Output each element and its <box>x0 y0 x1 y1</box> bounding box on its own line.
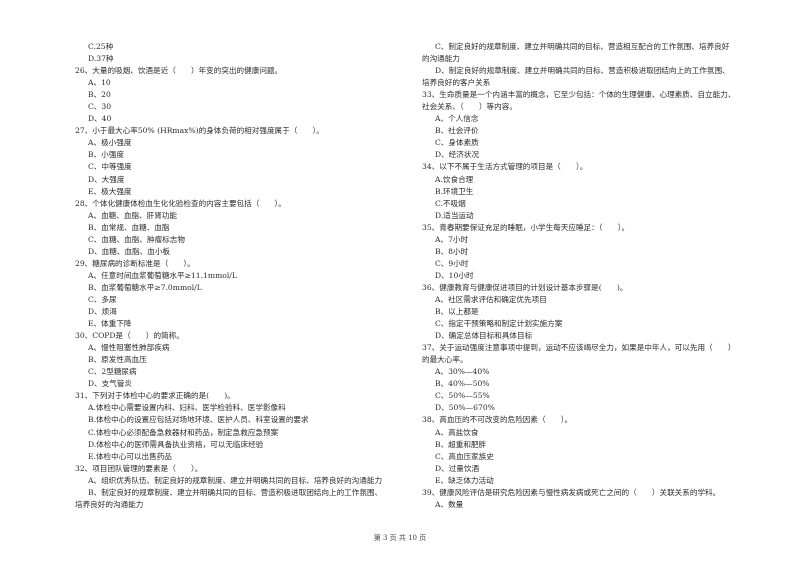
answer-option: A、7小时 <box>435 234 469 244</box>
answer-option: D、大强度 <box>88 174 125 184</box>
question-stem: 33、生命质量是一个内涵丰富的概念，它至少包括：个体的生理健康、心理素质、自立能… <box>422 90 736 100</box>
answer-option: D、制定良好的规章制度、建立并明确共同的目标、营造积极进取团结向上的工作氛围、 <box>435 66 730 76</box>
answer-option: A、数量 <box>435 499 464 509</box>
question-stem: 38、高血压的不可改变的危险因素（ ）。 <box>422 415 573 425</box>
answer-option: D、40 <box>88 114 112 124</box>
answer-option: A.饮食合理 <box>435 174 474 184</box>
answer-option: A、10 <box>88 78 111 88</box>
answer-option: E、极大强度 <box>88 186 132 196</box>
answer-option: B、20 <box>88 90 111 100</box>
answer-option: B、8小时 <box>435 246 469 256</box>
answer-option: C、中等强度 <box>88 162 132 172</box>
left-column: C.25种 D.37种 26、大量的吸烟、饮酒是近（ ）年变的突出的健康问题。 A、1… <box>75 41 405 511</box>
answer-option: A、极小强度 <box>88 138 132 148</box>
answer-option: C、9小时 <box>435 258 469 268</box>
answer-option: A、30%—40% <box>435 367 490 377</box>
answer-option: D.适当运动 <box>435 210 474 220</box>
answer-option: B、社会评价 <box>435 126 479 136</box>
continuation-line: 社会关系、（ ）等内容。 <box>422 102 517 112</box>
question-stem: 36、健康教育与健康促进项目的计划设计基本步骤是( )。 <box>422 282 628 292</box>
answer-option: C.不吸烟 <box>435 198 466 208</box>
question-stem: 39、健康风险评估是研究危险因素与慢性病发病或死亡之间的（ ）关联关系的学科。 <box>422 487 721 497</box>
answer-option: A.体检中心需要设置内科、妇科、医学检验科、医学影像科 <box>88 403 286 413</box>
answer-option: E.体检中心可以出售药品 <box>88 451 172 461</box>
answer-option: B.体检中心的设置应包括对场地环境、医护人员、科室设置的要求 <box>88 415 309 425</box>
question-stem: 28、个体化健康体检血生化化验检查的内容主要包括（ ）。 <box>75 198 286 208</box>
page-number: 第 3 页 共 10 页 <box>373 534 427 542</box>
question-stem: 32、项目团队管理的要素是（ ）。 <box>75 463 203 473</box>
answer-option: C、多尿 <box>88 294 117 304</box>
answer-option: C、身体素质 <box>435 138 479 148</box>
question-stem: 34、以下不属于生活方式管理的项目是（ ）。 <box>422 162 588 172</box>
answer-option: A、高盐饮食 <box>435 427 479 437</box>
answer-option: A、社区需求评估和确定优先项目 <box>435 294 547 304</box>
answer-option: D.37种 <box>88 54 114 64</box>
answer-option: A、慢性阻塞性肺部疾病 <box>88 343 170 353</box>
continuation-line: 的沟通能力 <box>422 54 460 64</box>
answer-option: C、高血压家族史 <box>435 451 494 461</box>
continuation-line: 培养良好的客户关系 <box>422 78 491 88</box>
answer-option: D、50%—670% <box>435 403 495 413</box>
answer-option: D.体检中心的医师需具备执业资格，可以无临床经验 <box>88 439 264 449</box>
answer-option: C.25种 <box>88 42 114 51</box>
question-stem: 31、下列对于体检中心的要求正确的是( )。 <box>75 391 235 401</box>
answer-option: B、40%—50% <box>435 379 490 389</box>
answer-option: C、50%—55% <box>435 391 490 401</box>
answer-option: B、超重和肥胖 <box>435 439 487 449</box>
answer-option: C、2型糖尿病 <box>88 367 137 377</box>
answer-option: C.体检中心必须配备急救器材和药品，制定急救应急预案 <box>88 427 279 437</box>
continuation-line: 培养良好的沟通能力 <box>75 499 144 509</box>
answer-option: C、制定良好的规章制度、建立并明确共同的目标、营造相互配合的工作氛围、培养良好 <box>435 42 730 51</box>
question-stem: 29、糖尿病的诊断标准是（ ）。 <box>75 258 195 268</box>
answer-option: B、小强度 <box>88 150 124 160</box>
answer-option: E、体重下降 <box>88 319 132 329</box>
answer-option: B、制定良好的规章制度、建立并明确共同的目标、营造积极进取团结向上的工作氛围、 <box>88 487 383 497</box>
answer-option: D、确定总体目标和具体目标 <box>435 331 533 341</box>
answer-option: A、个人信念 <box>435 114 479 124</box>
answer-option: D、经济状况 <box>435 150 480 160</box>
answer-option: C、指定干预策略和制定计划实施方案 <box>435 319 563 329</box>
answer-option: D、烦渴 <box>88 307 117 317</box>
answer-option: D、过量饮酒 <box>435 463 480 473</box>
answer-option: D、血糖、血脂、血小板 <box>88 246 171 256</box>
answer-option: A、血糖、血脂、肝肾功能 <box>88 210 178 220</box>
answer-option: D、支气管炎 <box>88 379 133 389</box>
continuation-line: 的最大心率。 <box>422 355 468 365</box>
answer-option: B、血浆葡萄糖水平≥7.0mmol/L <box>88 282 202 292</box>
answer-option: B、血常规、血糖、血脂 <box>88 222 170 232</box>
answer-option: B.环境卫生 <box>435 186 474 196</box>
answer-option: B、原发性高血压 <box>88 355 147 365</box>
question-stem: 30、COPD是（ ）的简称。 <box>75 331 184 341</box>
right-column: C、制定良好的规章制度、建立并明确共同的目标、营造相互配合的工作氛围、培养良好的… <box>422 41 767 511</box>
question-stem: 27、小于最大心率50% (HRmax%)的身体负荷的相对强度属于（ ）。 <box>75 126 324 136</box>
question-stem: 26、大量的吸烟、饮酒是近（ ）年变的突出的健康问题。 <box>75 66 283 76</box>
question-stem: 37、关于运动强度注意事项中提到，运动不应该竭尽全力，如果是中年人，可以先用（ … <box>422 343 736 353</box>
answer-option: E、缺乏体力活动 <box>435 475 494 485</box>
answer-option: C、血糖、血脂、肿瘤标志物 <box>88 234 185 244</box>
question-stem: 35、青春期要保证充足的睡眠，小学生每天应睡足：（ ）。 <box>422 222 630 232</box>
answer-option: C、30 <box>88 102 112 112</box>
answer-option: B、以上都是 <box>435 307 479 317</box>
answer-option: A、组织优秀队伍、制定良好的规章制度、建立并明确共同的目标、培养良好的沟通能力 <box>88 475 383 485</box>
answer-option: D、10小时 <box>435 270 474 280</box>
answer-option: A、任意时间血浆葡萄糖水平≥11.1mmol/L <box>88 270 237 280</box>
